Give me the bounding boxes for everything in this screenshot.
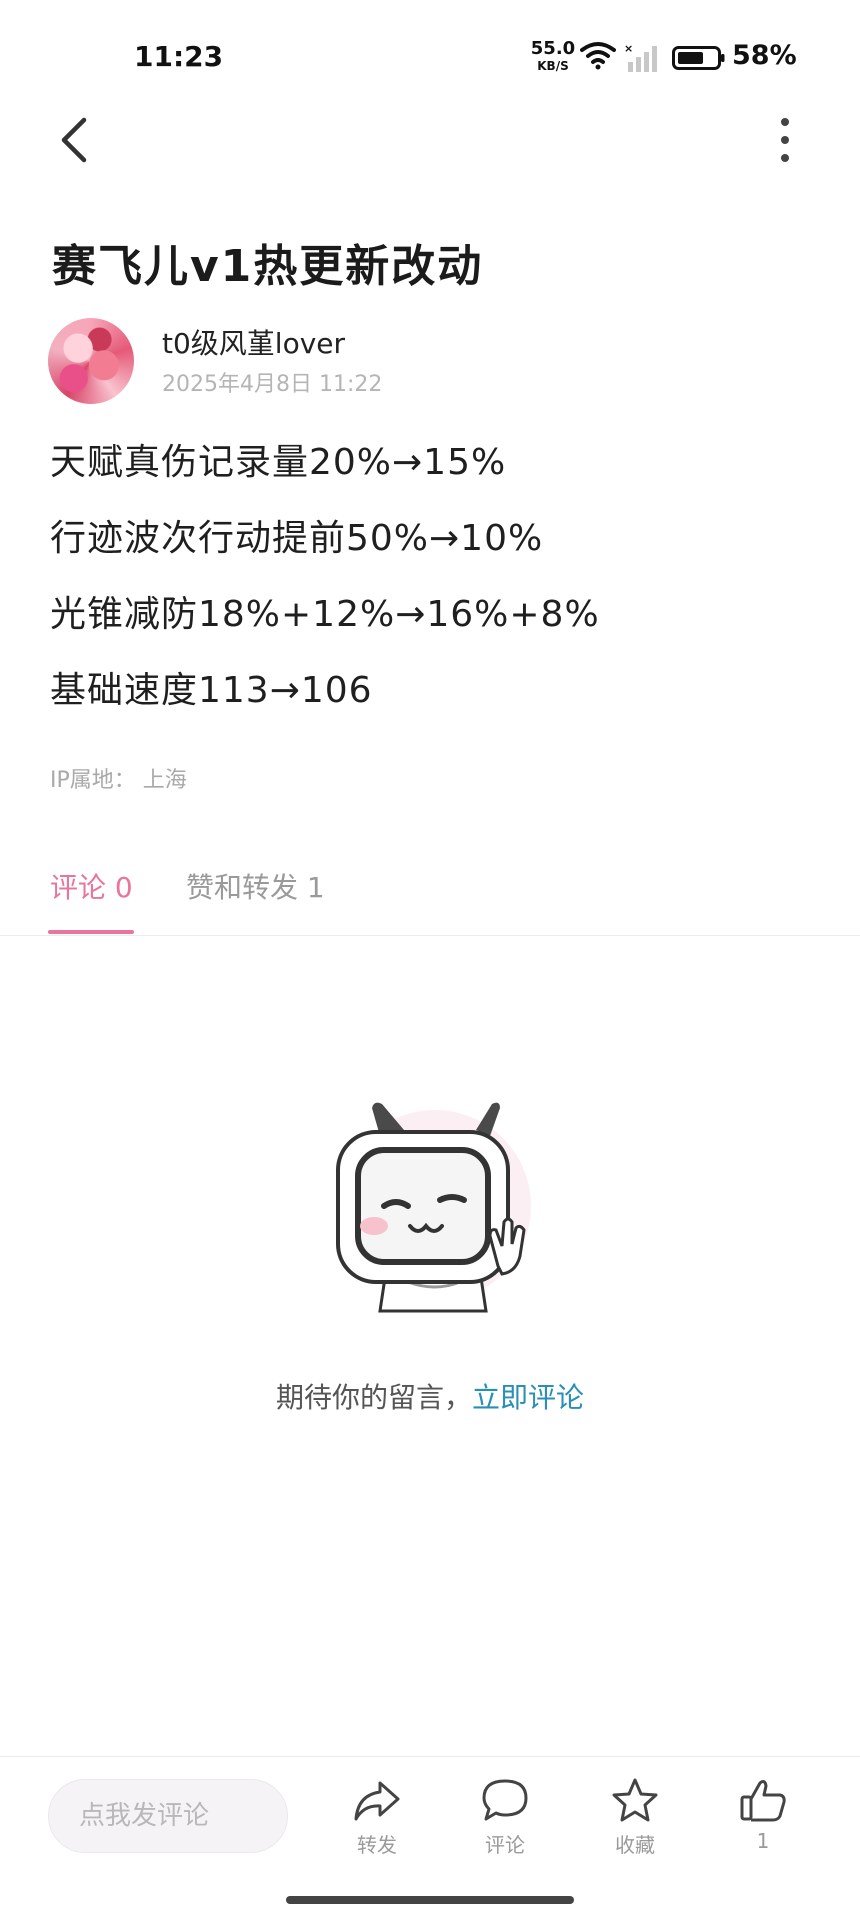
back-arrow-icon[interactable] xyxy=(50,112,100,168)
favorite-label: 收藏 xyxy=(615,1833,655,1857)
like-count: 1 xyxy=(756,1829,770,1853)
post-body-line: 光锥减防18%+12%→16%+8% xyxy=(50,594,600,635)
post-body-line: 行迹波次行动提前50%→10% xyxy=(50,518,544,559)
comment-button[interactable]: 评论 xyxy=(460,1777,550,1858)
tab-comments[interactable]: 评论 0 xyxy=(50,866,133,906)
favorite-button[interactable]: 收藏 xyxy=(590,1777,680,1858)
post-detail-page: 11:23 55.0 KB/S × 58% 赛飞儿v1热更新改动 t0级风堇lo… xyxy=(0,0,860,1920)
battery-icon xyxy=(672,46,725,70)
comment-input[interactable]: 点我发评论 xyxy=(48,1779,288,1853)
comment-tabs: 评论 0 赞和转发 1 xyxy=(0,860,860,936)
author-name[interactable]: t0级风堇lover xyxy=(162,322,345,362)
cellular-signal-icon: × xyxy=(624,42,657,72)
tab-likes-reposts[interactable]: 赞和转发 1 xyxy=(186,866,325,906)
comment-label: 评论 xyxy=(485,1833,525,1857)
post-body-line: 基础速度113→106 xyxy=(50,670,373,711)
share-button[interactable]: 转发 xyxy=(332,1777,422,1858)
empty-comments-hint: 期待你的留言，立即评论 xyxy=(0,1376,860,1416)
bottom-action-bar: 点我发评论 转发 评论 收藏 1 xyxy=(0,1756,860,1876)
status-bar: 11:23 55.0 KB/S × 58% xyxy=(0,0,860,110)
network-speed: 55.0 KB/S xyxy=(530,38,576,73)
share-label: 转发 xyxy=(357,1833,397,1857)
like-button[interactable]: 1 xyxy=(718,1777,808,1853)
status-time: 11:23 xyxy=(134,40,224,73)
tv-mascot-illustration xyxy=(336,1102,531,1313)
comment-bubble-icon xyxy=(482,1779,528,1821)
more-options-icon[interactable] xyxy=(770,112,800,168)
wifi-icon xyxy=(580,42,616,70)
network-speed-value: 55.0 xyxy=(530,38,576,59)
post-date: 2025年4月8日 11:22 xyxy=(162,372,383,397)
network-speed-unit: KB/S xyxy=(537,59,569,73)
empty-hint-text: 期待你的留言， xyxy=(275,1381,472,1414)
share-arrow-icon xyxy=(354,1781,400,1821)
battery-percent: 58% xyxy=(732,40,797,71)
star-icon xyxy=(612,1778,658,1822)
author-avatar[interactable] xyxy=(48,318,134,404)
active-tab-indicator xyxy=(48,930,134,934)
post-title: 赛飞儿v1热更新改动 xyxy=(52,241,484,292)
comment-now-link[interactable]: 立即评论 xyxy=(472,1381,584,1414)
post-body-line: 天赋真伤记录量20%→15% xyxy=(50,442,507,483)
home-indicator[interactable] xyxy=(286,1896,574,1904)
thumbs-up-icon xyxy=(740,1780,786,1822)
svg-text:×: × xyxy=(624,42,633,55)
ip-location: IP属地： 上海 xyxy=(50,768,187,793)
post-body: 天赋真伤记录量20%→15% 行迹波次行动提前50%→10% 光锥减防18%+1… xyxy=(50,438,830,742)
